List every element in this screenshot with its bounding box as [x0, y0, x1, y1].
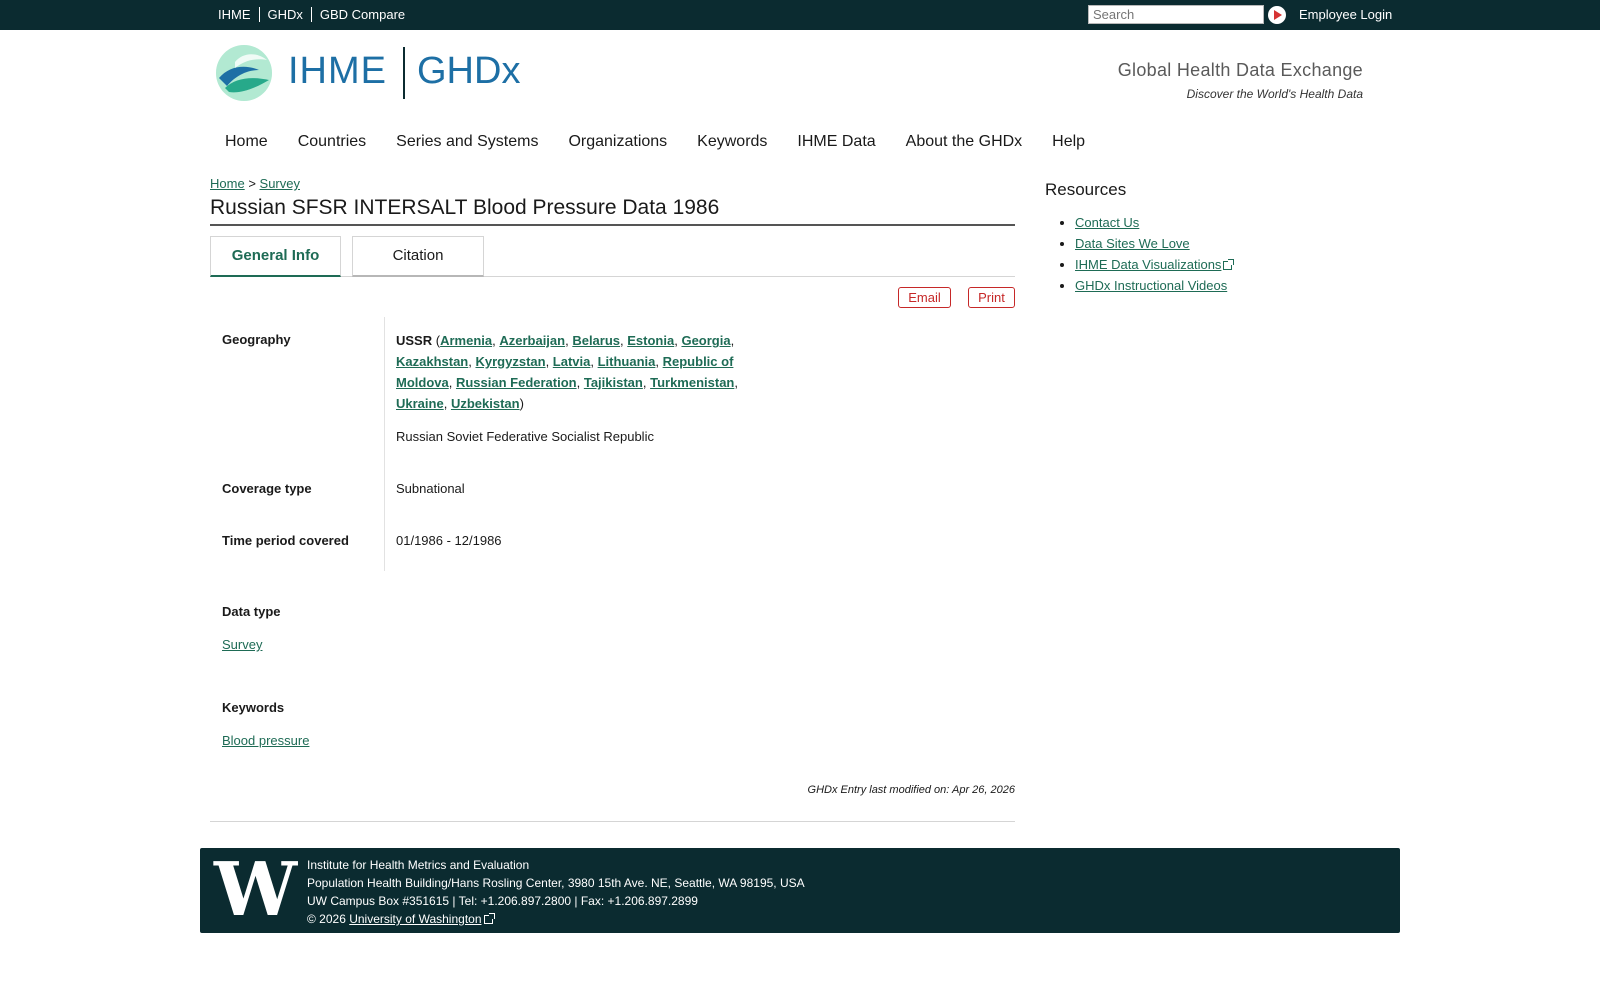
footer-copyright: © 2026	[307, 912, 346, 926]
top-link-gbd-compare[interactable]: GBD Compare	[310, 7, 413, 22]
external-link-icon	[1223, 259, 1235, 270]
nav-item-organizations[interactable]: Organizations	[568, 133, 667, 151]
geo-link-azerbaijan[interactable]: Azerbaijan	[499, 333, 565, 348]
tab-citation[interactable]: Citation	[352, 236, 484, 277]
main-nav: Home Countries Series and Systems Organi…	[225, 133, 1115, 151]
tab-bar: General Info Citation	[210, 236, 1015, 277]
data-type-link[interactable]: Survey	[222, 637, 262, 652]
logo-divider	[403, 47, 405, 99]
resources-heading: Resources	[1045, 180, 1127, 199]
coverage-type-label: Coverage type	[222, 481, 312, 496]
time-period-label: Time period covered	[222, 533, 349, 548]
coverage-type-value: Subnational	[396, 481, 465, 496]
data-type-label: Data type	[222, 604, 281, 619]
footer: W Institute for Health Metrics and Evalu…	[200, 848, 1400, 933]
footer-line-contact: UW Campus Box #351615 | Tel: +1.206.897.…	[307, 894, 698, 908]
tagline-title: Global Health Data Exchange	[1117, 60, 1363, 80]
footer-address: Institute for Health Metrics and Evaluat…	[307, 856, 805, 928]
geo-link-turkmenistan[interactable]: Turkmenistan	[650, 375, 734, 390]
geo-link-estonia[interactable]: Estonia	[627, 333, 674, 348]
breadcrumb: Home > Survey	[210, 176, 300, 191]
geo-link-kyrgyzstan[interactable]: Kyrgyzstan	[475, 354, 545, 369]
top-links: IHME GHDx GBD Compare	[218, 7, 413, 22]
keywords-label: Keywords	[222, 700, 285, 715]
keyword-link-blood-pressure[interactable]: Blood pressure	[222, 733, 309, 748]
resources-item: GHDx Instructional Videos	[1075, 275, 1232, 296]
logo-ghdx-text[interactable]: GHDx	[417, 50, 520, 93]
top-link-ghdx[interactable]: GHDx	[258, 7, 311, 22]
geo-link-georgia[interactable]: Georgia	[681, 333, 730, 348]
breadcrumb-survey[interactable]: Survey	[260, 176, 300, 191]
geo-link-uzbekistan[interactable]: Uzbekistan	[451, 396, 520, 411]
content-divider	[210, 821, 1015, 822]
ihme-logo-icon[interactable]	[215, 44, 273, 102]
geography-description: Russian Soviet Federative Socialist Repu…	[396, 429, 654, 444]
nav-item-about[interactable]: About the GHDx	[906, 133, 1023, 151]
resources-list: Contact Us Data Sites We Love IHME Data …	[1045, 212, 1235, 296]
search-input[interactable]	[1088, 5, 1264, 24]
external-link-icon	[483, 913, 495, 924]
nav-item-ihme-data[interactable]: IHME Data	[797, 133, 875, 151]
geography-parent: USSR	[396, 333, 433, 348]
uw-logo-icon[interactable]: W	[214, 850, 297, 930]
resources-item: Data Sites We Love	[1075, 233, 1232, 254]
logo-ihme-text[interactable]: IHME	[288, 50, 387, 93]
top-bar: IHME GHDx GBD Compare Employee Login	[0, 0, 1600, 30]
resource-link-ihme-viz[interactable]: IHME Data Visualizations	[1075, 257, 1221, 272]
tagline-subtitle: Discover the World's Health Data	[1186, 87, 1363, 101]
email-button[interactable]: Email	[898, 287, 951, 308]
resources-item: IHME Data Visualizations	[1075, 254, 1235, 275]
geo-link-russian-federation[interactable]: Russian Federation	[456, 375, 577, 390]
top-link-ihme[interactable]: IHME	[218, 7, 259, 22]
geo-link-belarus[interactable]: Belarus	[572, 333, 620, 348]
print-button[interactable]: Print	[968, 287, 1015, 308]
footer-line-copyright: © 2026 University of Washington	[307, 910, 805, 928]
geo-link-tajikistan[interactable]: Tajikistan	[584, 375, 643, 390]
nav-item-countries[interactable]: Countries	[298, 133, 366, 151]
resource-link-data-sites[interactable]: Data Sites We Love	[1075, 236, 1190, 251]
time-period-value: 01/1986 - 12/1986	[396, 533, 502, 548]
geography-value: USSR (Armenia, Azerbaijan, Belarus, Esto…	[396, 330, 776, 447]
footer-line-institute: Institute for Health Metrics and Evaluat…	[307, 858, 530, 872]
geo-link-ukraine[interactable]: Ukraine	[396, 396, 444, 411]
search-submit-icon[interactable]	[1268, 6, 1286, 24]
nav-item-series-and-systems[interactable]: Series and Systems	[396, 133, 538, 151]
last-modified-text: GHDx Entry last modified on: Apr 26, 202…	[807, 784, 1015, 796]
field-divider	[384, 317, 385, 571]
breadcrumb-separator: >	[248, 176, 256, 191]
breadcrumb-home[interactable]: Home	[210, 176, 245, 191]
geography-label: Geography	[222, 332, 291, 347]
site-tagline: Global Health Data Exchange Discover the…	[1118, 60, 1363, 101]
nav-item-keywords[interactable]: Keywords	[697, 133, 767, 151]
geo-link-lithuania[interactable]: Lithuania	[598, 354, 656, 369]
nav-item-home[interactable]: Home	[225, 133, 268, 151]
resource-link-contact-us[interactable]: Contact Us	[1075, 215, 1139, 230]
employee-login-link[interactable]: Employee Login	[1299, 7, 1392, 22]
footer-line-address: Population Health Building/Hans Rosling …	[307, 876, 805, 890]
geo-link-armenia[interactable]: Armenia	[440, 333, 492, 348]
nav-item-help[interactable]: Help	[1052, 133, 1085, 151]
footer-uw-link[interactable]: University of Washington	[349, 912, 481, 926]
page-title: Russian SFSR INTERSALT Blood Pressure Da…	[210, 196, 1015, 226]
resources-item: Contact Us	[1075, 212, 1232, 233]
geo-link-kazakhstan[interactable]: Kazakhstan	[396, 354, 468, 369]
resource-link-videos[interactable]: GHDx Instructional Videos	[1075, 278, 1227, 293]
tab-general-info[interactable]: General Info	[210, 236, 341, 277]
geo-link-latvia[interactable]: Latvia	[553, 354, 591, 369]
